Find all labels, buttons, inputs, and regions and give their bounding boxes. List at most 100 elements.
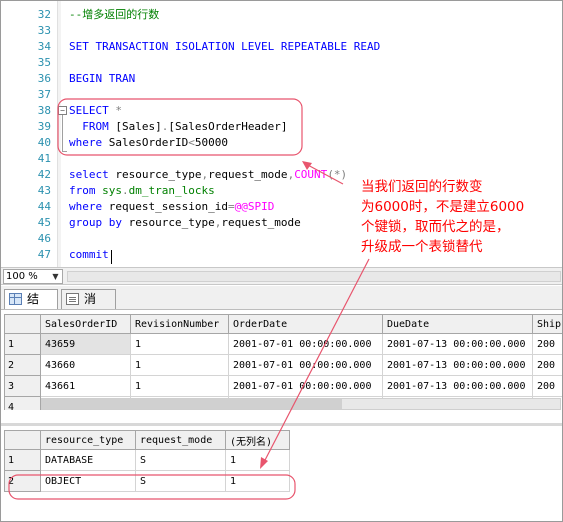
annotation-line: 为6000时，不是建立6000 [361,199,525,215]
code-text: where SalesOrderID<50000 [69,135,228,151]
grid-cell[interactable]: 43661 [40,375,131,397]
grid-cell[interactable]: 2001-07-01 00:00:00.000 [228,375,383,397]
annotation-line: 升级成一个表锁替代 [361,239,483,255]
grid-cell[interactable]: 2001-07-13 00:00:00.000 [382,333,533,355]
grid-cell[interactable]: 200 [532,375,562,397]
grid-cell[interactable]: OBJECT [40,470,136,492]
grid-cell[interactable]: 2001-07-13 00:00:00.000 [382,375,533,397]
code-token: dm_tran_locks [128,184,215,197]
grid-splitter[interactable] [1,423,562,426]
column-header[interactable]: SalesOrderID [40,314,131,334]
line-number: 44 [37,200,51,213]
table-row[interactable]: 1 DATABASE S 1 [4,449,290,471]
row-number[interactable]: 1 [4,333,41,355]
code-line[interactable]: 36 BEGIN TRAN [1,71,562,87]
code-line[interactable]: 39 FROM [Sales].[SalesOrderHeader] [1,119,562,135]
grid-cell[interactable]: 2001-07-01 00:00:00.000 [228,354,383,376]
code-line[interactable]: 32 --增多返回的行数 [1,7,562,23]
code-line[interactable]: 40 where SalesOrderID<50000 [1,135,562,151]
code-token: (*) [327,168,348,181]
code-token: COUNT [294,168,328,181]
code-line[interactable]: 34 SET TRANSACTION ISOLATION LEVEL REPEAT… [1,39,562,55]
code-token: SELECT [69,104,116,117]
row-number[interactable]: 3 [4,375,41,397]
ssms-query-window: 32 --增多返回的行数 33 34 SET TRANSACTION ISOLATION… [0,0,563,522]
code-line[interactable]: 38 SELECT * [1,103,562,119]
grid-corner-header[interactable] [4,430,41,450]
zoom-value: 100 % [6,271,38,282]
grid-cell[interactable]: 200 [532,354,562,376]
row-number[interactable]: 4 [4,396,41,410]
text-caret [111,250,112,264]
grid-cell[interactable]: 200 [532,333,562,355]
scrollbar-thumb[interactable] [42,399,342,409]
line-number: 46 [37,232,51,245]
column-header[interactable]: RevisionNumber [130,314,229,334]
code-line[interactable]: 35 [1,55,562,71]
column-header[interactable]: request_mode [135,430,226,450]
table-row[interactable]: 3 43661 1 2001-07-01 00:00:00.000 2001-07-13… [4,375,562,397]
tab-results[interactable]: 结果 [4,289,58,324]
grid-cell[interactable]: 1 [130,375,229,397]
code-line[interactable]: 37 [1,87,562,103]
line-number: 41 [37,152,51,165]
results-pane: SalesOrderID RevisionNumber OrderDate DueDa… [1,310,562,521]
table-row[interactable]: 2 OBJECT S 1 [4,470,290,492]
chevron-down-icon[interactable]: ▼ [50,270,61,283]
tab-messages[interactable]: 消息 [61,289,116,324]
grid-cell[interactable]: 1 [225,449,290,471]
code-token: resource_type [128,216,215,229]
grid-cell[interactable]: S [135,470,226,492]
column-header[interactable]: OrderDate [228,314,383,334]
grid-cell[interactable]: 43660 [40,354,131,376]
column-header[interactable]: (无列名) [225,430,290,450]
zoom-dropdown[interactable]: 100 % ▼ [3,269,63,284]
line-number: 34 [37,40,51,53]
code-token: resource_type [115,168,202,181]
table-row[interactable]: 2 43660 1 2001-07-01 00:00:00.000 2001-07-13… [4,354,562,376]
code-token: = [227,200,235,213]
column-header[interactable]: DueDate [382,314,533,334]
editor-horizontal-scrollbar[interactable] [67,271,561,282]
grid-corner-header[interactable] [4,314,41,334]
grid-cell[interactable]: DATABASE [40,449,136,471]
grid-cell[interactable]: 1 [130,333,229,355]
column-header[interactable]: resource_type [40,430,136,450]
code-text: where request_session_id=@@SPID [69,199,274,215]
grid-cell[interactable]: 1 [225,470,290,492]
line-number: 47 [37,248,51,261]
code-token: * [115,104,122,117]
code-text: group by resource_type,request_mode [69,215,301,231]
code-text: FROM [Sales].[SalesOrderHeader] [69,119,288,135]
line-number: 43 [37,184,51,197]
line-number: 35 [37,56,51,69]
code-token: commit [69,248,109,261]
row-number[interactable]: 2 [4,470,41,492]
line-number: 40 [37,136,51,149]
code-token: [SalesOrderHeader] [168,120,288,133]
code-token: BEGIN TRAN [69,72,136,85]
table-row[interactable]: 1 43659 1 2001-07-01 00:00:00.000 2001-07-13… [4,333,562,355]
grid-cell[interactable]: S [135,449,226,471]
code-token: [Sales] [115,120,162,133]
code-token: SalesOrderID [108,136,189,149]
annotation-line: 当我们返回的行数变 [361,179,483,195]
code-token: --增多返回的行数 [69,8,160,21]
row-number[interactable]: 2 [4,354,41,376]
code-token: 50000 [194,136,228,149]
result-grid-1-viewport: SalesOrderID RevisionNumber OrderDate DueDa… [1,310,562,410]
code-token: @@SPID [234,200,275,213]
code-line[interactable]: 33 [1,23,562,39]
code-token: where [69,136,109,149]
row-number[interactable]: 1 [4,449,41,471]
grid-cell[interactable]: 2001-07-01 00:00:00.000 [228,333,383,355]
grid-cell[interactable]: 1 [130,354,229,376]
annotation-line: 个键锁，取而代之的是， [361,219,510,235]
collapse-icon[interactable]: − [58,106,67,115]
grid-horizontal-scrollbar[interactable] [41,398,561,410]
line-number: 39 [37,120,51,133]
grid-cell[interactable]: 2001-07-13 00:00:00.000 [382,354,533,376]
column-header[interactable]: Ship [532,314,562,334]
code-line[interactable]: 41 [1,151,562,167]
grid-cell[interactable]: 43659 [40,333,131,355]
